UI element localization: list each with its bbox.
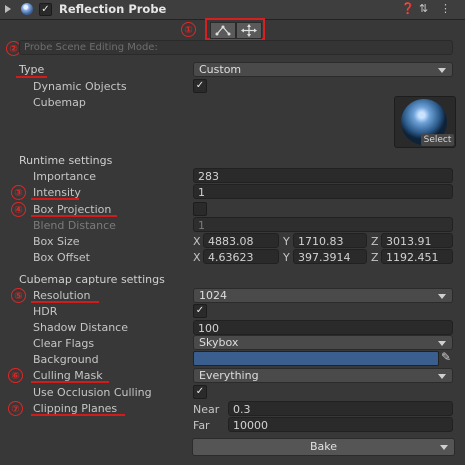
chevron-down-icon — [438, 374, 446, 379]
box-offset-z-field[interactable]: 1192.451 — [381, 249, 453, 264]
box-size-label: Box Size — [33, 235, 80, 248]
box-projection-underline — [31, 215, 117, 217]
box-size-y-field[interactable]: 1710.83 — [293, 233, 367, 248]
resolution-value: 1024 — [199, 289, 227, 302]
chevron-down-icon[interactable] — [440, 445, 448, 450]
hdr-label: HDR — [33, 305, 58, 318]
culling-mask-value: Everything — [199, 369, 259, 382]
edit-bounds-button[interactable] — [210, 22, 236, 39]
blend-distance-field: 1 — [193, 217, 453, 232]
annotation-1: ① — [181, 22, 196, 37]
type-dropdown[interactable]: Custom — [193, 62, 453, 77]
hdr-checkbox[interactable]: ✓ — [193, 304, 207, 318]
clipping-planes-underline — [31, 414, 125, 416]
component-title: Reflection Probe — [59, 2, 167, 16]
box-offset-x-field[interactable]: 4.63623 — [203, 249, 279, 264]
clear-flags-dropdown[interactable]: Skybox — [193, 335, 453, 350]
culling-mask-dropdown[interactable]: Everything — [193, 368, 453, 383]
box-size-y-label: Y — [283, 235, 290, 248]
runtime-settings-heading: Runtime settings — [19, 154, 113, 167]
kebab-icon[interactable]: ⋮ — [440, 2, 451, 15]
importance-label: Importance — [33, 170, 97, 183]
bake-label: Bake — [309, 440, 338, 453]
component-enabled-checkbox[interactable]: ✓ — [39, 3, 52, 16]
culling-mask-underline — [31, 381, 109, 383]
resolution-dropdown[interactable]: 1024 — [193, 288, 453, 303]
near-label: Near — [193, 403, 220, 416]
clear-flags-label: Clear Flags — [33, 337, 95, 350]
annotation-3: ③ — [11, 185, 26, 200]
intensity-underline — [31, 198, 79, 200]
box-size-x-field[interactable]: 4883.08 — [203, 233, 279, 248]
background-label: Background — [33, 353, 99, 366]
box-offset-x-label: X — [193, 251, 201, 264]
chevron-down-icon — [438, 341, 446, 346]
box-size-z-field[interactable]: 3013.91 — [381, 233, 453, 248]
annotation-4: ④ — [11, 202, 26, 217]
scene-editing-mode-field: Probe Scene Editing Mode: — [19, 40, 453, 55]
chevron-down-icon — [438, 68, 446, 73]
shadow-distance-label: Shadow Distance — [33, 321, 128, 334]
help-icon[interactable]: ❓ — [401, 2, 415, 15]
edit-origin-button[interactable] — [236, 22, 262, 39]
importance-field[interactable]: 283 — [193, 168, 453, 183]
capture-settings-heading: Cubemap capture settings — [19, 273, 165, 286]
cubemap-select-button[interactable]: Select — [421, 134, 454, 146]
cubemap-thumbnail[interactable]: Select — [394, 96, 456, 148]
reflection-probe-icon — [21, 3, 33, 15]
cubemap-label: Cubemap — [33, 96, 86, 109]
type-underline — [16, 76, 47, 78]
blend-distance-label: Blend Distance — [33, 219, 116, 232]
annotation-7: ⑦ — [8, 401, 23, 416]
dynamic-objects-label: Dynamic Objects — [33, 80, 127, 93]
edit-mode-toolbar — [205, 18, 265, 40]
preset-icon[interactable]: ⇅ — [419, 2, 428, 15]
box-offset-y-field[interactable]: 397.3914 — [293, 249, 367, 264]
resolution-underline — [31, 301, 99, 303]
shadow-distance-field[interactable]: 100 — [193, 320, 453, 335]
eyedropper-icon[interactable]: ✎ — [441, 350, 451, 364]
type-value: Custom — [199, 63, 242, 76]
box-offset-label: Box Offset — [33, 251, 90, 264]
occlusion-culling-checkbox[interactable]: ✓ — [193, 385, 207, 399]
bake-button[interactable]: Bake — [192, 438, 455, 456]
box-projection-checkbox[interactable] — [193, 202, 207, 216]
background-color-swatch[interactable] — [193, 351, 439, 366]
type-label: Type — [19, 63, 45, 76]
box-size-z-label: Z — [371, 235, 379, 248]
occlusion-culling-label: Use Occlusion Culling — [33, 386, 152, 399]
far-field[interactable]: 10000 — [228, 417, 453, 432]
annotation-5: ⑤ — [11, 288, 26, 303]
foldout-arrow-icon[interactable] — [5, 5, 11, 13]
box-offset-y-label: Y — [283, 251, 290, 264]
annotation-6: ⑥ — [8, 368, 23, 383]
dynamic-objects-checkbox[interactable]: ✓ — [193, 79, 207, 93]
move-icon — [241, 24, 257, 37]
box-size-x-label: X — [193, 235, 201, 248]
intensity-field[interactable]: 1 — [193, 184, 453, 199]
box-offset-z-label: Z — [371, 251, 379, 264]
chevron-down-icon — [438, 294, 446, 299]
far-label: Far — [193, 419, 210, 432]
edit-bounds-icon — [215, 25, 231, 36]
near-field[interactable]: 0.3 — [228, 401, 453, 416]
clear-flags-value: Skybox — [199, 336, 239, 349]
